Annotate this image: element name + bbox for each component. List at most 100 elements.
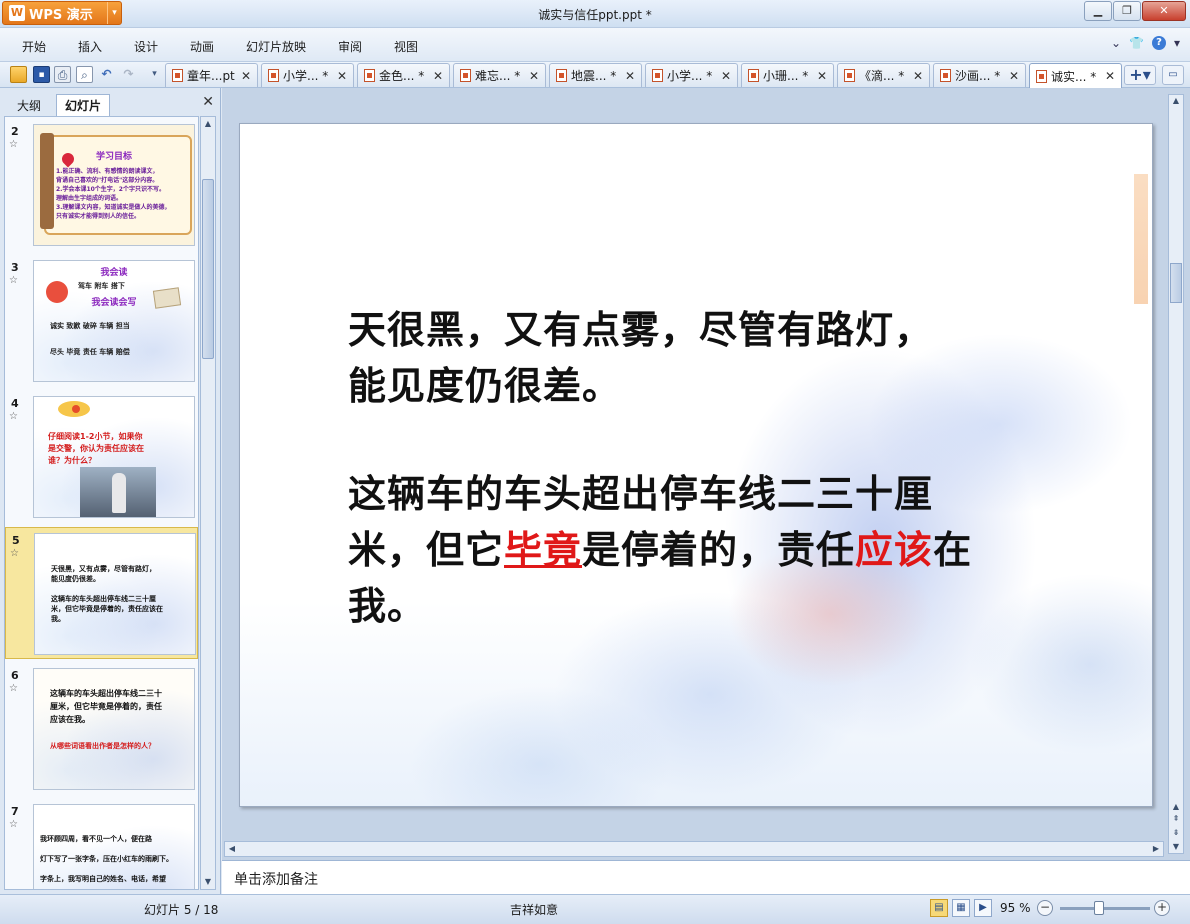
slide-thumbnail-5[interactable]: 5 ☆ 天很黑，又有点雾，尽管有路灯， 能见度仍很差。 这辆车的车头超出停车线二… [5,527,198,659]
minimize-button[interactable]: ▁ [1084,1,1112,21]
slide-thumbnail-4[interactable]: 4 ☆ 仔细阅读1-2小节，如果你 是交警，你认为责任应该在 谁？为什么？ [5,391,198,523]
title-bar: W WPS 演示 ▾ 诚实与信任ppt.ppt * ▁ ❐ ✕ [0,0,1190,28]
restore-button[interactable]: ❐ [1113,1,1141,21]
scroll-up-icon[interactable]: ▲ [1169,801,1183,813]
thumbnail-image: 我环顾四周，看不见一个人，便在路 灯下写了一张字条，压在小红车的雨刷下。 字条上… [33,804,195,889]
scroll-right-icon[interactable]: ▶ [1149,842,1163,856]
menu-bar: 开始 插入 设计 动画 幻灯片放映 审阅 视图 ⌄ 👕 ? ▾ [0,28,1190,62]
scroll-down-icon[interactable]: ▼ [201,875,215,889]
notes-placeholder[interactable]: 单击添加备注 [234,869,318,889]
close-icon[interactable]: ✕ [625,69,635,83]
zoom-level: 95 % [1000,901,1031,915]
zoom-slider[interactable] [1060,907,1150,910]
ppt-file-icon [844,69,855,82]
undo-icon[interactable]: ↶ [98,66,115,83]
zoom-in-icon[interactable]: + [1154,900,1170,916]
menu-design[interactable]: 设计 [134,38,158,55]
doc-tab[interactable]: 地震... * ✕ [549,63,642,87]
slide-thumbnail-3[interactable]: 3 ☆ 我会读 驾车 附车 搭下 我会读会写 诚实 致歉 破碎 车辆 担当 尽头… [5,255,198,387]
previous-slide-icon[interactable]: ⇞ [1169,813,1183,825]
close-icon[interactable]: ✕ [337,69,347,83]
menu-insert[interactable]: 插入 [78,38,102,55]
menu-home[interactable]: 开始 [22,38,46,55]
normal-view-icon[interactable]: ▤ [930,899,948,917]
zoom-out-icon[interactable]: − [1037,900,1053,916]
notes-pane[interactable]: 单击添加备注 [222,860,1190,894]
emphasis-word-yinggai: 应该 [855,528,934,572]
doc-tab-active[interactable]: 诚实... * ✕ [1029,63,1122,88]
panel-close-icon[interactable]: ✕ [202,94,214,110]
close-icon[interactable]: ✕ [1009,69,1019,83]
slide-thumbnail-6[interactable]: 6 ☆ 这辆车的车头超出停车线二三十 厘米，但它毕竟是停着的，责任 应该在我。 … [5,663,198,795]
scrollbar-thumb[interactable] [202,179,214,359]
status-bar: 幻灯片 5 / 18 吉祥如意 ▤ ▦ ▶ 95 % − + [0,894,1190,924]
doc-tab[interactable]: 小学... * ✕ [261,63,354,87]
next-slide-icon[interactable]: ⇟ [1169,827,1183,839]
close-icon[interactable]: ✕ [913,69,923,83]
menu-slideshow[interactable]: 幻灯片放映 [246,38,306,55]
slide-text-paragraph-1[interactable]: 天很黑，又有点雾，尽管有路灯， 能见度仍很差。 [348,302,933,414]
close-icon[interactable]: ✕ [529,69,539,83]
document-title: 诚实与信任ppt.ppt * [538,8,652,22]
scrollbar-thumb[interactable] [1170,263,1182,303]
ppt-file-icon [268,69,279,82]
print-preview-icon[interactable]: ⌕ [76,66,93,83]
scroll-down-icon[interactable]: ▼ [1169,841,1183,853]
doc-tab[interactable]: 小学... * ✕ [645,63,738,87]
save-icon[interactable]: ▪ [33,66,50,83]
redo-icon[interactable]: ↷ [120,66,137,83]
doc-tab[interactable]: 沙画... * ✕ [933,63,1026,87]
help-icon[interactable]: ? [1151,36,1166,50]
quick-toolbar: ▪ ⎙ ⌕ ↶ ↷ ▾ 童年...pt ✕ 小学... * ✕ 金色... * … [0,62,1190,88]
help-dropdown-icon[interactable]: ▾ [1174,36,1180,50]
slide-thumbnail-list: 2 ☆ 学习目标 1.能正确、流利、有感情的朗读课文， 背诵自己喜欢的"打电话"… [4,116,199,890]
slide-panel: 大纲 幻灯片 ✕ 2 ☆ 学习目标 1.能正确、流利、有感情的朗读课文， 背诵自… [0,88,221,894]
menu-animation[interactable]: 动画 [190,38,214,55]
doc-tab[interactable]: 难忘... * ✕ [453,63,546,87]
theme-name: 吉祥如意 [510,903,559,917]
menu-review[interactable]: 审阅 [338,38,362,55]
editor-horizontal-scrollbar[interactable]: ◀ ▶ [224,841,1164,857]
slide-sorter-icon[interactable]: ▦ [952,899,970,917]
slide-text-paragraph-2[interactable]: 这辆车的车头超出停车线二三十厘 米，但它毕竟是停着的，责任应该在 我。 [348,466,972,634]
close-icon[interactable]: ✕ [721,69,731,83]
doc-tab[interactable]: 小珊... * ✕ [741,63,834,87]
ribbon-collapse-icon[interactable]: ⌄ [1111,36,1121,50]
skin-icon[interactable]: 👕 [1129,36,1144,50]
doc-tab[interactable]: 金色... * ✕ [357,63,450,87]
tree-icon [40,133,54,229]
doc-tab[interactable]: 《滴... * ✕ [837,63,930,87]
tab-slides[interactable]: 幻灯片 [56,94,111,116]
bird-icon [58,401,90,417]
thumbnail-image: 这辆车的车头超出停车线二三十 厘米，但它毕竟是停着的，责任 应该在我。 从哪些词… [33,668,195,790]
close-icon[interactable]: ✕ [817,69,827,83]
scroll-left-icon[interactable]: ◀ [225,842,239,856]
doc-tab[interactable]: 童年...pt ✕ [165,63,258,87]
animation-star-icon: ☆ [10,548,19,559]
close-icon[interactable]: ✕ [1105,69,1115,83]
window-switch-icon[interactable]: ▭ [1162,65,1184,85]
slide-editor: 天很黑，又有点雾，尽管有路灯， 能见度仍很差。 这辆车的车头超出停车线二三十厘 … [222,88,1190,860]
new-tab-button[interactable]: +▾ [1124,65,1156,85]
toolbar-more-icon[interactable]: ▾ [146,66,163,83]
close-window-button[interactable]: ✕ [1142,1,1186,21]
slide-decoration [1134,174,1148,304]
scroll-up-icon[interactable]: ▲ [1169,95,1183,107]
thumbnail-image: 学习目标 1.能正确、流利、有感情的朗读课文， 背诵自己喜欢的"打电话"这部分内… [33,124,195,246]
thumbnail-scrollbar[interactable]: ▲ ▼ [200,116,216,890]
editor-vertical-scrollbar[interactable]: ▲ ▲ ⇞ ⇟ ▼ [1168,94,1184,854]
open-folder-icon[interactable] [10,66,27,83]
scroll-up-icon[interactable]: ▲ [201,117,215,131]
zoom-slider-handle[interactable] [1094,901,1104,915]
current-slide[interactable]: 天很黑，又有点雾，尽管有路灯， 能见度仍很差。 这辆车的车头超出停车线二三十厘 … [239,123,1153,807]
close-icon[interactable]: ✕ [241,69,251,83]
menu-view[interactable]: 视图 [394,38,418,55]
tab-outline[interactable]: 大纲 [8,94,50,116]
ppt-file-icon [652,69,663,82]
print-icon[interactable]: ⎙ [54,66,71,83]
slideshow-play-icon[interactable]: ▶ [974,899,992,917]
close-icon[interactable]: ✕ [433,69,443,83]
ppt-file-icon [364,69,375,82]
slide-thumbnail-7[interactable]: 7 ☆ 我环顾四周，看不见一个人，便在路 灯下写了一张字条，压在小红车的雨刷下。… [5,799,198,889]
slide-thumbnail-2[interactable]: 2 ☆ 学习目标 1.能正确、流利、有感情的朗读课文， 背诵自己喜欢的"打电话"… [5,119,198,251]
